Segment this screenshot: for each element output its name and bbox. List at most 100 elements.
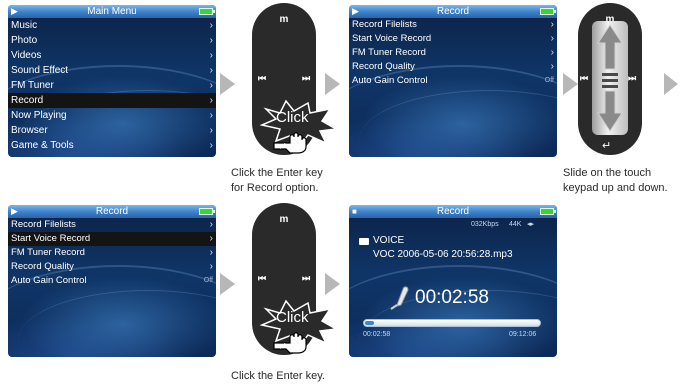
file-name: VOC 2006-05-06 20:56:28.mp3 [373, 249, 513, 260]
next-step-arrow [325, 73, 340, 95]
menu-item[interactable]: Record Filelists › [8, 218, 216, 232]
menu-item-label: Record [11, 95, 44, 106]
chevron-right-icon: › [209, 65, 213, 76]
menu-item[interactable]: Sound Effect › [8, 63, 216, 78]
remote-control: m ⏮ ⏭ Click ↵ [238, 3, 339, 159]
menu-item[interactable]: Game & Tools › [8, 138, 216, 153]
menu-item-label: Start Voice Record [352, 33, 432, 44]
screen-title: Record [436, 206, 470, 217]
caption-slide: Slide on the touch keypad up and down. [563, 167, 668, 194]
menu-item[interactable]: Auto Gain Control Off [8, 274, 216, 288]
chevron-right-icon: › [550, 33, 554, 44]
record-menu-screen: ▶ Record Record Filelists › Start Voice Re… [349, 5, 557, 157]
menu-item-label: Browser [11, 125, 48, 136]
chevron-right-icon: › [209, 35, 213, 46]
menu-item-value: Off [544, 77, 554, 84]
bitrate-label: 032Kbps [471, 221, 499, 228]
next-step-arrow [220, 73, 235, 95]
touch-keypad: m ⏮ ⏭ ↵ [578, 3, 674, 159]
menu-item[interactable]: FM Tuner Record › [349, 46, 557, 60]
next-step-arrow [325, 273, 340, 295]
next-icon[interactable]: ⏭ [628, 73, 636, 84]
enter-icon[interactable]: ↵ [278, 340, 287, 353]
menu-button[interactable]: m [276, 215, 292, 225]
chevron-right-icon: › [550, 61, 554, 72]
battery-icon [540, 8, 556, 15]
enter-icon[interactable]: ↵ [278, 140, 287, 153]
battery-icon [540, 208, 556, 215]
next-step-arrow [220, 273, 235, 295]
menu-item-label: Music [11, 20, 38, 31]
previous-icon[interactable]: ⏮ [580, 73, 588, 84]
next-icon[interactable]: ⏭ [302, 273, 310, 284]
menu-item[interactable]: FM Tuner › [8, 78, 216, 93]
elapsed-time: 00:02:58 [415, 287, 489, 308]
title-bar: ■ Record [349, 205, 557, 218]
screen-title: Main Menu [87, 6, 137, 17]
menu-item-label: Auto Gain Control [352, 75, 428, 86]
chevron-right-icon: › [209, 261, 213, 272]
menu-item[interactable]: Record Filelists › [349, 18, 557, 32]
menu-item-label: FM Tuner [11, 80, 54, 91]
title-bar: ▶ Record [349, 5, 557, 18]
title-bar: ▶ Record [8, 205, 216, 218]
main-menu-list: Music › Photo › Videos › Sound Effect › FM Tuner… [8, 18, 216, 153]
menu-button[interactable]: m [276, 15, 292, 25]
chevron-right-icon: › [209, 110, 213, 121]
menu-item[interactable]: Auto Gain Control Off [349, 74, 557, 88]
record-menu-list: Record Filelists › Start Voice Record › FM T… [349, 18, 557, 88]
progress-fill [365, 321, 374, 325]
chevron-right-icon: › [550, 19, 554, 30]
menu-item-label: Record Filelists [352, 19, 417, 30]
menu-item-label: Now Playing [11, 110, 67, 121]
chevron-right-icon: › [209, 20, 213, 31]
menu-item[interactable]: Record Quality › [349, 60, 557, 74]
stereo-icon: ◂▸ [527, 221, 535, 228]
sample-rate-label: 44K [509, 221, 522, 228]
menu-item[interactable]: Now Playing › [8, 108, 216, 123]
chevron-right-icon: › [209, 140, 213, 151]
menu-item-value: Off [203, 277, 213, 284]
menu-item-label: Videos [11, 50, 42, 61]
menu-item[interactable]: Browser › [8, 123, 216, 138]
elapsed-time-small: 00:02:58 [363, 331, 391, 338]
battery-icon [199, 8, 215, 15]
next-step-arrow [664, 73, 678, 95]
screen-title: Record [95, 206, 129, 217]
enter-icon[interactable]: ↵ [602, 139, 611, 152]
click-label: Click [276, 109, 309, 126]
total-time: 09:12:06 [509, 331, 537, 338]
recording-screen: ■ Record 032Kbps 44K ◂▸ VOICE VOC 2006-0… [349, 205, 557, 357]
up-down-arrow-icon [597, 24, 623, 132]
menu-item-label: Record Quality [352, 61, 415, 72]
click-label: Click [276, 309, 309, 326]
chevron-right-icon: › [209, 95, 213, 106]
previous-icon[interactable]: ⏮ [258, 273, 266, 284]
folder-name: VOICE [373, 235, 405, 246]
caption-enter-record: Click the Enter key for Record option. [231, 167, 323, 194]
menu-item[interactable]: Record Quality › [8, 260, 216, 274]
menu-item[interactable]: Photo › [8, 33, 216, 48]
microphone-icon [390, 286, 409, 310]
title-bar: ▶ Main Menu [8, 5, 216, 18]
chevron-right-icon: › [550, 47, 554, 58]
menu-item[interactable]: Videos › [8, 48, 216, 63]
caption-enter: Click the Enter key. [231, 370, 325, 382]
chevron-right-icon: › [209, 233, 213, 244]
menu-item[interactable]: Start Voice Record › [8, 232, 216, 246]
battery-icon [199, 208, 215, 215]
menu-item-label: Game & Tools [11, 140, 74, 151]
menu-item[interactable]: Record › [8, 93, 216, 108]
menu-item-label: Sound Effect [11, 65, 69, 76]
menu-item[interactable]: Music › [8, 18, 216, 33]
record-menu-screen: ▶ Record Record Filelists › Start Voice Re… [8, 205, 216, 357]
previous-icon[interactable]: ⏮ [258, 73, 266, 84]
remote-control: m ⏮ ⏭ Click ↵ [238, 203, 339, 359]
menu-item[interactable]: Start Voice Record › [349, 32, 557, 46]
menu-item[interactable]: FM Tuner Record › [8, 246, 216, 260]
menu-item-label: Photo [11, 35, 38, 46]
menu-item-label: Auto Gain Control [11, 275, 87, 286]
main-menu-screen: ▶ Main Menu Music › Photo › Videos › Sound Eff… [8, 5, 216, 157]
next-icon[interactable]: ⏭ [302, 73, 310, 84]
chevron-right-icon: › [209, 50, 213, 61]
